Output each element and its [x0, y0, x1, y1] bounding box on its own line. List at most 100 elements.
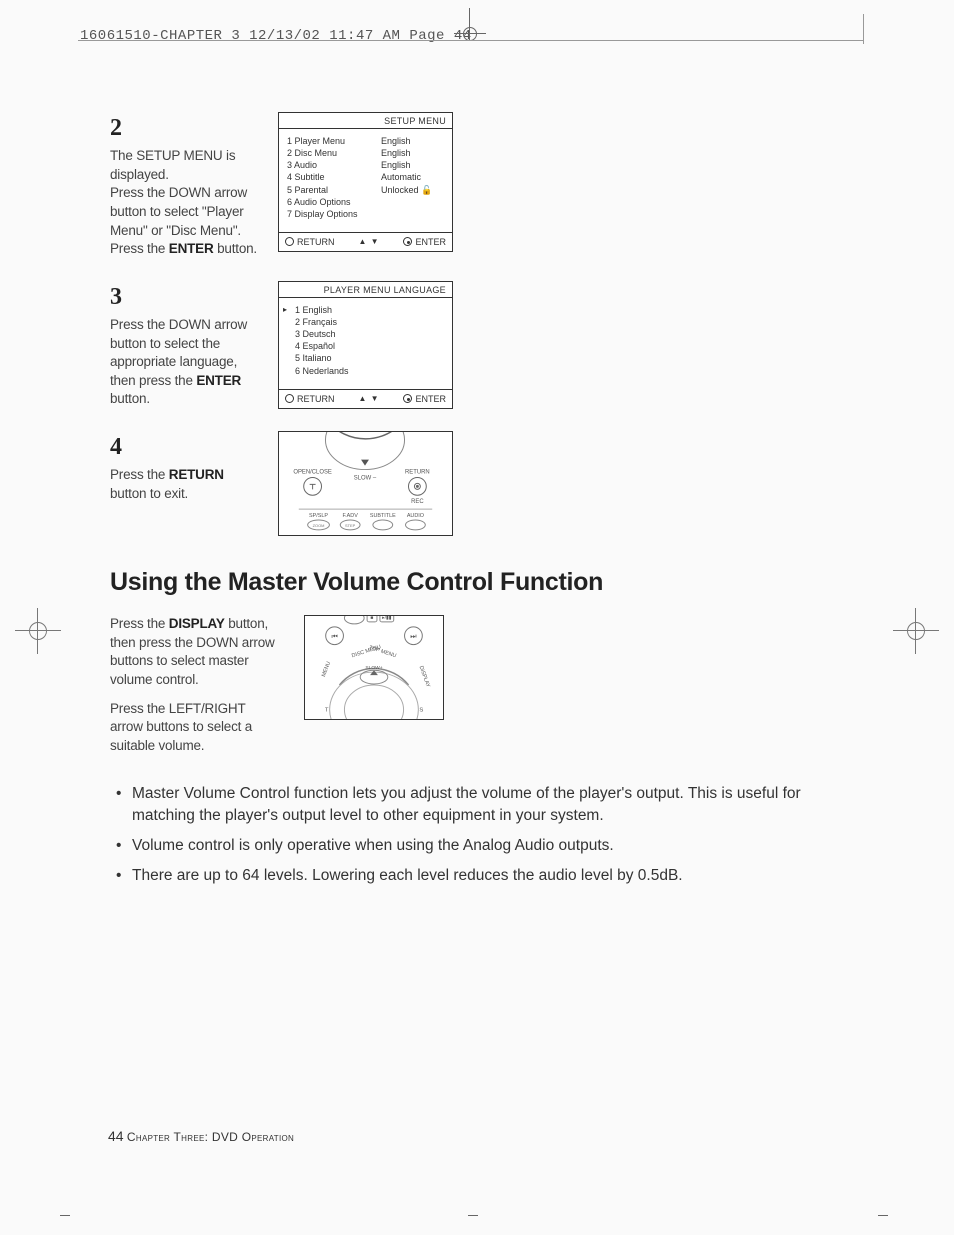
setup-menu-title: SETUP MENU — [279, 113, 452, 129]
step-3-row: 3 Press the DOWN arrow button to select … — [110, 281, 850, 409]
language-menu-title: PLAYER MENU LANGUAGE — [279, 282, 452, 298]
lang-row-6: 6 Nederlands — [295, 365, 444, 377]
enter-label: ENTER — [415, 237, 446, 247]
language-menu-footer: RETURN ▲ ▼ ENTER — [279, 389, 452, 408]
svg-text:▸/▮▮: ▸/▮▮ — [382, 616, 392, 621]
step-2-text: 2 The SETUP MENU is displayed. Press the… — [110, 112, 260, 259]
lang-row-3: 3 Deutsch — [295, 328, 444, 340]
step-4-post: button to exit. — [110, 486, 188, 501]
crop-tick-bl — [60, 1215, 70, 1225]
step-2-enter-bold: ENTER — [169, 241, 214, 256]
lang-row-5: 5 Italiano — [295, 352, 444, 364]
remote-diagram-2: ■ ▸/▮▮ ⏮ ⏭ DISC MENU TOP MENU MENU DISPL… — [304, 615, 444, 720]
step-2-number: 2 — [110, 112, 260, 145]
svg-text:SLOW –: SLOW – — [354, 476, 377, 482]
lang-row-1: 1 English — [295, 304, 444, 316]
remote-svg-1: OPEN/CLOSE SLOW – RETURN REC SP/SLP F.AD… — [279, 432, 452, 536]
step-3-enter-bold: ENTER — [196, 373, 241, 388]
setup-menu-body: 1 Player MenuEnglish 2 Disc MenuEnglish … — [279, 129, 452, 232]
svg-text:RETURN: RETURN — [405, 470, 430, 476]
crop-mark-top — [460, 24, 480, 44]
step-2-line3: Press the ENTER button. — [110, 240, 260, 259]
enter-icon — [403, 237, 412, 246]
bullet-2: Volume control is only operative when us… — [110, 835, 850, 857]
setup-row-4-l: 4 Subtitle — [287, 171, 367, 183]
display-bold: DISPLAY — [169, 616, 225, 631]
setup-row-3-l: 3 Audio — [287, 159, 367, 171]
step-4-text: 4 Press the RETURN button to exit. — [110, 431, 260, 503]
svg-text:⏮: ⏮ — [331, 634, 337, 641]
step-4-return-bold: RETURN — [169, 467, 224, 482]
mv-para-1: Press the DISPLAY button, then press the… — [110, 615, 280, 690]
setup-row-1-l: 1 Player Menu — [287, 135, 367, 147]
setup-row-5-l: 5 Parental — [287, 184, 367, 196]
step-2-line3-post: button. — [214, 241, 257, 256]
step-2-line2: Press the DOWN arrow button to select "P… — [110, 184, 260, 240]
svg-text:■: ■ — [371, 616, 374, 621]
setup-row-6-l: 6 Audio Options — [287, 196, 367, 208]
remote-svg-2: ■ ▸/▮▮ ⏮ ⏭ DISC MENU TOP MENU MENU DISPL… — [305, 616, 443, 720]
lock-icon: 🔓 — [421, 185, 432, 195]
svg-text:F.ADV: F.ADV — [342, 513, 358, 519]
return-icon — [285, 237, 294, 246]
svg-text:DISPLAY: DISPLAY — [418, 665, 431, 689]
svg-text:OPEN/CLOSE: OPEN/CLOSE — [293, 470, 332, 476]
step-3-line1: Press the DOWN arrow button to select th… — [110, 316, 260, 409]
setup-row-2-r: English — [381, 147, 437, 159]
setup-row-4-r: Automatic — [381, 171, 437, 183]
return-label: RETURN — [297, 237, 335, 247]
step-2-line1: The SETUP MENU is displayed. — [110, 147, 260, 184]
setup-menu-footer: RETURN ▲ ▼ ENTER — [279, 232, 452, 251]
step-4-number: 4 — [110, 431, 260, 464]
updown-arrows-icon: ▲ ▼ — [358, 394, 379, 403]
svg-text:SLOW+: SLOW+ — [365, 665, 382, 671]
registration-right — [903, 618, 929, 644]
language-menu-body: 1 English 2 Français 3 Deutsch 4 Español… — [279, 298, 452, 389]
svg-text:⏭: ⏭ — [410, 634, 416, 641]
svg-text:REC: REC — [411, 499, 424, 505]
setup-row-5-r: Unlocked 🔓 — [381, 184, 437, 196]
setup-row-1-r: English — [381, 135, 437, 147]
trim-line-top — [78, 40, 864, 41]
master-volume-row: Press the DISPLAY button, then press the… — [110, 615, 850, 765]
page-footer: 44 Chapter Three: DVD Operation — [108, 1128, 294, 1144]
svg-text:S: S — [419, 708, 423, 714]
remote-diagram-1: OPEN/CLOSE SLOW – RETURN REC SP/SLP F.AD… — [278, 431, 453, 536]
svg-text:SP/SLP: SP/SLP — [309, 513, 328, 519]
print-header: 16061510-CHAPTER 3 12/13/02 11:47 AM Pag… — [80, 28, 472, 44]
svg-text:ZOOM: ZOOM — [313, 523, 325, 528]
enter-icon — [403, 394, 412, 403]
setup-row-7-l: 7 Display Options — [287, 208, 367, 220]
updown-arrows-icon: ▲ ▼ — [358, 237, 379, 246]
page-content: 2 The SETUP MENU is displayed. Press the… — [110, 112, 850, 895]
language-menu-screen: PLAYER MENU LANGUAGE 1 English 2 Françai… — [278, 281, 453, 409]
step-4-row: 4 Press the RETURN button to exit. OPEN/… — [110, 431, 850, 536]
enter-label-2: ENTER — [415, 394, 446, 404]
step-2-line3-pre: Press the — [110, 241, 169, 256]
step-4-pre: Press the — [110, 467, 169, 482]
svg-text:SUBTITLE: SUBTITLE — [370, 513, 396, 519]
registration-left — [25, 618, 51, 644]
svg-text:AUDIO: AUDIO — [407, 513, 424, 519]
chapter-label: Chapter Three: DVD Operation — [127, 1130, 294, 1144]
master-volume-text: Press the DISPLAY button, then press the… — [110, 615, 280, 765]
setup-menu-screen: SETUP MENU 1 Player Menu English 2 Disc M… — [278, 112, 453, 252]
bullet-3: There are up to 64 levels. Lowering each… — [110, 865, 850, 887]
crop-tick-br — [878, 1215, 888, 1225]
svg-text:T: T — [325, 708, 329, 714]
bullet-1: Master Volume Control function lets you … — [110, 783, 850, 827]
step-2-row: 2 The SETUP MENU is displayed. Press the… — [110, 112, 850, 259]
bullet-list: Master Volume Control function lets you … — [110, 783, 850, 887]
svg-text:MENU: MENU — [321, 661, 332, 678]
setup-row-2-l: 2 Disc Menu — [287, 147, 367, 159]
svg-text:STEP: STEP — [345, 523, 356, 528]
mv-para-2: Press the LEFT/RIGHT arrow buttons to se… — [110, 700, 280, 756]
step-4-line1: Press the RETURN button to exit. — [110, 466, 260, 503]
step-3-number: 3 — [110, 281, 260, 314]
lang-row-4: 4 Español — [295, 340, 444, 352]
step-3-post: button. — [110, 391, 150, 406]
section-title: Using the Master Volume Control Function — [110, 568, 850, 597]
setup-row-3-r: English — [381, 159, 437, 171]
return-label-2: RETURN — [297, 394, 335, 404]
lang-row-2: 2 Français — [295, 316, 444, 328]
